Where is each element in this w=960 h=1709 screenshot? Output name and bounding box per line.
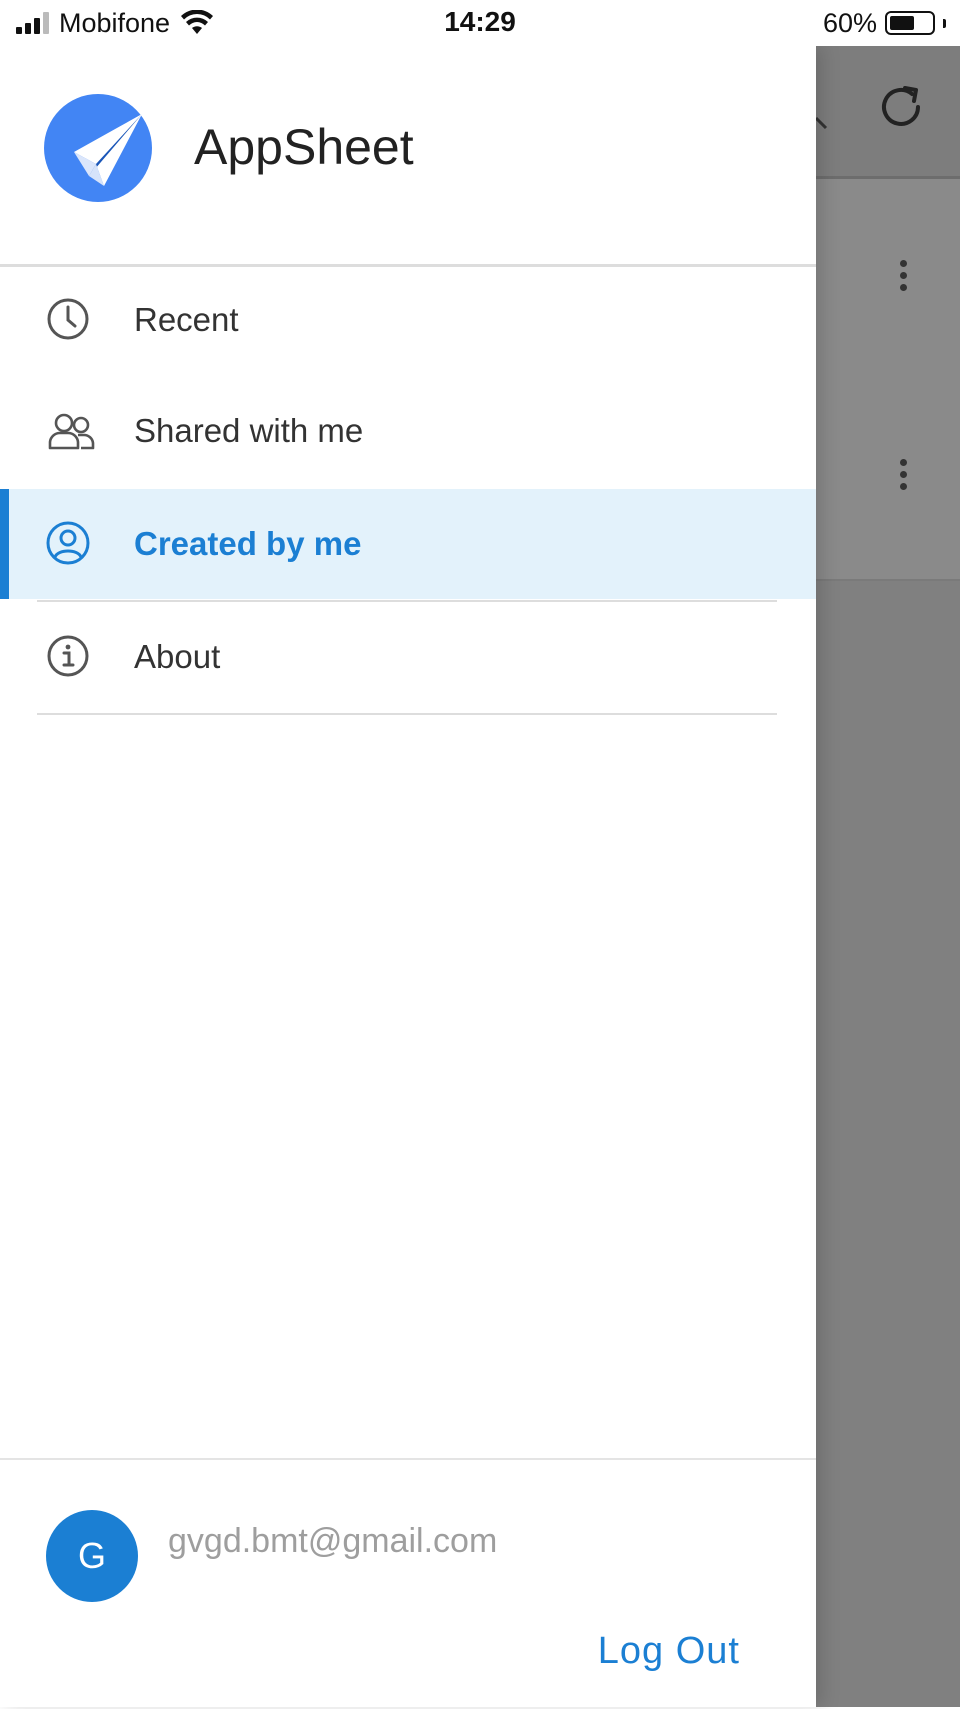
navigation-drawer: AppSheet Recent Shared with me Created b… (0, 46, 816, 1707)
divider (37, 713, 777, 715)
nav-item-created-by-me[interactable]: Created by me (0, 489, 816, 599)
battery-cap (943, 18, 946, 28)
nav-label-shared-with-me: Shared with me (134, 412, 364, 449)
search-icon (816, 116, 828, 130)
background-app-overlay[interactable] (816, 46, 960, 1707)
drawer-header: AppSheet (0, 46, 816, 267)
status-time: 14:29 (444, 6, 516, 37)
battery-fill (890, 16, 914, 30)
battery-percent: 60% (822, 7, 877, 38)
more-vertical-icon[interactable] (900, 459, 908, 490)
nav-item-shared-with-me[interactable]: Shared with me (0, 376, 816, 486)
nav-label-created-by-me: Created by me (134, 525, 362, 562)
account-footer: G gvgd.bmt@gmail.com Log Out (0, 1458, 816, 1709)
app-title: AppSheet (194, 119, 414, 175)
people-icon (48, 413, 95, 450)
user-circle-icon (46, 521, 90, 565)
background-toolbar (816, 46, 960, 179)
refresh-icon[interactable] (876, 82, 926, 132)
nav-item-recent[interactable]: Recent (0, 265, 816, 375)
clock-icon (47, 298, 89, 340)
logout-button[interactable]: Log Out (598, 1630, 740, 1673)
paper-plane-icon (44, 94, 152, 202)
background-list (816, 179, 960, 581)
status-right: 60% (823, 6, 946, 40)
status-bar: Mobifone 14:29 60% (0, 0, 960, 46)
avatar: G (46, 1510, 138, 1602)
battery-icon (885, 11, 935, 35)
user-email: gvgd.bmt@gmail.com (168, 1522, 498, 1560)
nav-label-recent: Recent (134, 301, 239, 338)
nav-item-about[interactable]: About (0, 602, 816, 712)
info-icon (47, 635, 89, 677)
nav-label-about: About (134, 638, 221, 675)
active-indicator (0, 489, 9, 599)
more-vertical-icon[interactable] (900, 260, 908, 291)
